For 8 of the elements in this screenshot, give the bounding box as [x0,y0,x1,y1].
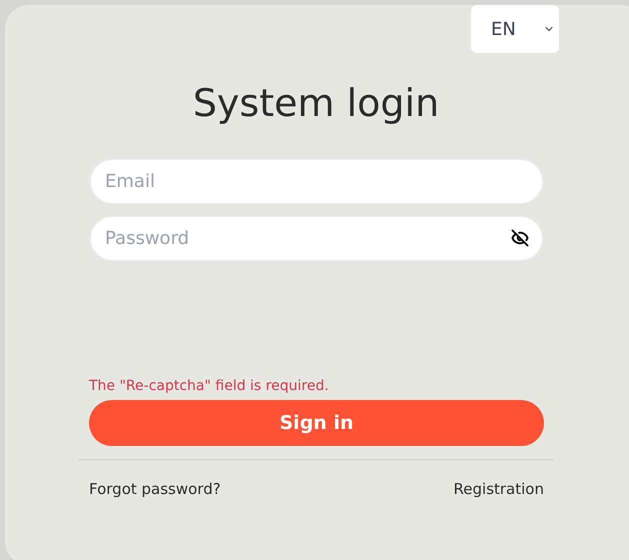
eye-off-icon[interactable] [511,229,529,247]
email-field[interactable]: Email [90,159,543,204]
registration-link[interactable]: Registration [454,478,544,500]
error-message: The "Re-captcha" field is required. [89,377,330,395]
password-field[interactable]: Password [90,216,543,261]
login-title: System login [192,80,440,127]
forgot-password-link[interactable]: Forgot password? [89,478,221,500]
language-select[interactable]: EN [471,5,559,53]
